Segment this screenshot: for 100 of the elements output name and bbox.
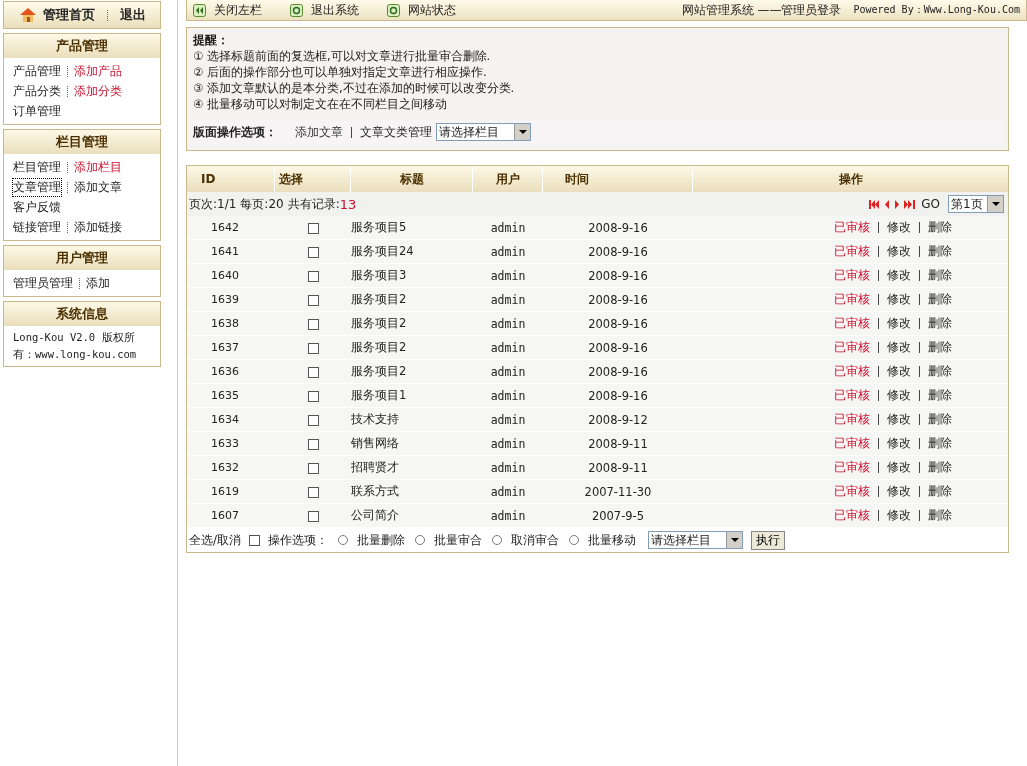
sidebar-link[interactable]: 栏目管理 bbox=[13, 158, 61, 176]
delete-link[interactable]: 删除 bbox=[927, 388, 952, 403]
row-checkbox[interactable] bbox=[307, 294, 319, 306]
row-checkbox[interactable] bbox=[307, 342, 319, 354]
previous-page-icon[interactable] bbox=[884, 199, 891, 209]
status-link[interactable]: 已审核 bbox=[833, 268, 870, 283]
user-cell-text: admin bbox=[489, 388, 527, 403]
id-cell-text: 1638 bbox=[210, 317, 240, 330]
category-select[interactable]: 请选择栏目 bbox=[648, 531, 744, 549]
sidebar-link[interactable]: 链接管理 bbox=[13, 218, 61, 236]
row-checkbox[interactable] bbox=[307, 510, 319, 522]
toolbar-link[interactable]: 网站状态 bbox=[387, 1, 456, 19]
status-link[interactable]: 已审核 bbox=[833, 316, 870, 331]
home-link[interactable]: 管理首页 bbox=[42, 6, 95, 24]
row-checkbox[interactable] bbox=[307, 438, 319, 450]
delete-link[interactable]: 删除 bbox=[927, 508, 952, 523]
status-link[interactable]: 已审核 bbox=[833, 508, 870, 523]
edit-link[interactable]: 修改 bbox=[886, 436, 911, 451]
status-link[interactable]: 已审核 bbox=[833, 460, 870, 475]
next-page-icon[interactable] bbox=[894, 199, 901, 209]
options-label: 版面操作选项： bbox=[193, 123, 277, 141]
edit-link[interactable]: 修改 bbox=[886, 316, 911, 331]
edit-link[interactable]: 修改 bbox=[886, 484, 911, 499]
status-link[interactable]: 已审核 bbox=[833, 220, 870, 235]
sidebar-link[interactable]: 订单管理 bbox=[13, 102, 61, 120]
toolbar-link[interactable]: 退出系统 bbox=[290, 1, 359, 19]
edit-link[interactable]: 修改 bbox=[886, 340, 911, 355]
option-link[interactable]: 文章文类管理 bbox=[360, 123, 432, 141]
id-cell-text: 1634 bbox=[210, 413, 240, 426]
user-cell-text: admin bbox=[489, 436, 527, 451]
row-checkbox[interactable] bbox=[307, 414, 319, 426]
id-cell-text: 1637 bbox=[210, 341, 240, 354]
status-link[interactable]: 已审核 bbox=[833, 436, 870, 451]
status-link[interactable]: 已审核 bbox=[833, 388, 870, 403]
sidebar-link[interactable]: 添加产品 bbox=[74, 62, 122, 80]
sidebar-link[interactable]: 添加分类 bbox=[74, 82, 122, 100]
page-select[interactable]: 第1页 bbox=[948, 195, 1004, 213]
row-checkbox[interactable] bbox=[307, 246, 319, 258]
status-link[interactable]: 已审核 bbox=[833, 244, 870, 259]
row-checkbox[interactable] bbox=[307, 318, 319, 330]
edit-link[interactable]: 修改 bbox=[886, 292, 911, 307]
execute-button[interactable]: 执行 bbox=[751, 530, 786, 550]
delete-link[interactable]: 删除 bbox=[927, 436, 952, 451]
delete-link[interactable]: 删除 bbox=[927, 268, 952, 283]
first-page-icon[interactable] bbox=[869, 199, 881, 209]
circle-icon bbox=[290, 3, 303, 17]
total-count: 13 bbox=[339, 196, 357, 212]
row-checkbox[interactable] bbox=[307, 390, 319, 402]
action-radio[interactable]: 批量移动 bbox=[569, 531, 637, 549]
sidebar-link[interactable]: 产品管理 bbox=[13, 62, 61, 80]
sidebar-link[interactable]: 管理员管理 bbox=[13, 274, 73, 292]
row-checkbox[interactable] bbox=[307, 366, 319, 378]
title-cell-text: 服务项目24 bbox=[351, 244, 415, 259]
sidebar-link[interactable]: 添加文章 bbox=[74, 178, 122, 196]
title-cell-text: 服务项目2 bbox=[351, 316, 408, 331]
delete-link[interactable]: 删除 bbox=[927, 244, 952, 259]
edit-link[interactable]: 修改 bbox=[886, 364, 911, 379]
status-link[interactable]: 已审核 bbox=[833, 340, 870, 355]
delete-link[interactable]: 删除 bbox=[927, 220, 952, 235]
edit-link[interactable]: 修改 bbox=[886, 220, 911, 235]
edit-link[interactable]: 修改 bbox=[886, 460, 911, 475]
last-page-icon[interactable] bbox=[904, 199, 916, 209]
delete-link[interactable]: 删除 bbox=[927, 292, 952, 307]
option-link[interactable]: 添加文章 bbox=[295, 123, 343, 141]
id-cell-text: 1607 bbox=[210, 509, 240, 522]
status-link[interactable]: 已审核 bbox=[833, 292, 870, 307]
sidebar-link[interactable]: 添加 bbox=[86, 274, 110, 292]
row-checkbox[interactable] bbox=[307, 462, 319, 474]
delete-link[interactable]: 删除 bbox=[927, 412, 952, 427]
action-radio[interactable]: 批量审合 bbox=[415, 531, 483, 549]
delete-link[interactable]: 删除 bbox=[927, 460, 952, 475]
double-arrow-icon bbox=[193, 3, 206, 17]
user-cell-text: admin bbox=[489, 244, 527, 259]
category-select[interactable]: 请选择栏目 bbox=[436, 123, 531, 141]
select-all-checkbox[interactable] bbox=[249, 534, 261, 546]
row-checkbox[interactable] bbox=[307, 270, 319, 282]
sidebar-link[interactable]: 产品分类 bbox=[13, 82, 61, 100]
status-link[interactable]: 已审核 bbox=[833, 412, 870, 427]
action-radio[interactable]: 批量删除 bbox=[338, 531, 406, 549]
edit-link[interactable]: 修改 bbox=[886, 508, 911, 523]
house-icon bbox=[18, 7, 37, 23]
delete-link[interactable]: 删除 bbox=[927, 484, 952, 499]
edit-link[interactable]: 修改 bbox=[886, 412, 911, 427]
row-checkbox[interactable] bbox=[307, 222, 319, 234]
edit-link[interactable]: 修改 bbox=[886, 268, 911, 283]
sidebar-link[interactable]: 添加栏目 bbox=[74, 158, 122, 176]
edit-link[interactable]: 修改 bbox=[886, 244, 911, 259]
logout-link[interactable]: 退出 bbox=[119, 6, 146, 24]
sidebar-link[interactable]: 文章管理 bbox=[13, 178, 61, 196]
delete-link[interactable]: 删除 bbox=[927, 340, 952, 355]
sidebar-link[interactable]: 客户反馈 bbox=[13, 198, 61, 216]
status-link[interactable]: 已审核 bbox=[833, 364, 870, 379]
toolbar-link[interactable]: 关闭左栏 bbox=[193, 1, 262, 19]
delete-link[interactable]: 删除 bbox=[927, 364, 952, 379]
action-radio[interactable]: 取消审合 bbox=[492, 531, 560, 549]
edit-link[interactable]: 修改 bbox=[886, 388, 911, 403]
status-link[interactable]: 已审核 bbox=[833, 484, 870, 499]
delete-link[interactable]: 删除 bbox=[927, 316, 952, 331]
sidebar-link[interactable]: 添加链接 bbox=[74, 218, 122, 236]
row-checkbox[interactable] bbox=[307, 486, 319, 498]
